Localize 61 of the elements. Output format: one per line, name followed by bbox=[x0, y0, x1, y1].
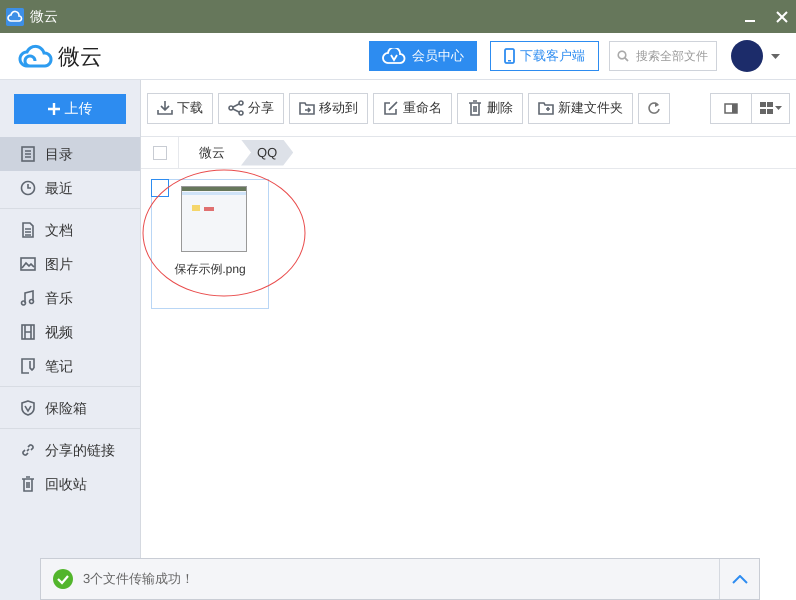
breadcrumb-item[interactable]: QQ bbox=[241, 140, 294, 166]
trash-icon bbox=[467, 100, 483, 116]
folder-plus-icon bbox=[538, 100, 554, 116]
clock-icon bbox=[20, 180, 36, 196]
grid-icon bbox=[760, 102, 772, 114]
toolbar-button[interactable]: 移动到 bbox=[289, 92, 368, 124]
sidebar-item[interactable]: 最近 bbox=[0, 171, 140, 205]
sidebar-item[interactable]: 保险箱 bbox=[0, 391, 140, 425]
window-title: 微云 bbox=[30, 7, 58, 26]
file-checkbox[interactable] bbox=[151, 179, 169, 197]
refresh-button[interactable] bbox=[638, 92, 670, 124]
shield-icon bbox=[20, 400, 36, 416]
chevron-up-icon bbox=[732, 574, 748, 584]
file-tile[interactable]: 保存示例.png bbox=[151, 179, 269, 309]
file-thumbnail bbox=[181, 186, 247, 252]
sidebar-item[interactable]: 目录 bbox=[0, 137, 140, 171]
sidebar-item[interactable]: 音乐 bbox=[0, 281, 140, 315]
trash-icon bbox=[20, 476, 36, 492]
avatar[interactable] bbox=[731, 40, 763, 72]
folder-arrow-icon bbox=[299, 100, 315, 116]
refresh-icon bbox=[647, 101, 661, 115]
caret-icon bbox=[774, 106, 782, 110]
download-icon bbox=[157, 100, 173, 116]
sidebar-item[interactable]: 文档 bbox=[0, 213, 140, 247]
select-all-checkbox[interactable] bbox=[152, 146, 166, 160]
plus-icon bbox=[48, 102, 60, 114]
sidebar-item[interactable]: 视频 bbox=[0, 315, 140, 349]
panel-icon bbox=[724, 102, 738, 114]
phone-icon bbox=[504, 48, 515, 64]
music-note-icon bbox=[20, 290, 36, 306]
vip-cloud-icon bbox=[382, 48, 406, 64]
detail-panel-button[interactable] bbox=[710, 92, 752, 124]
toolbar-button[interactable]: 重命名 bbox=[373, 92, 452, 124]
sidebar-item[interactable]: 笔记 bbox=[0, 349, 140, 383]
search-field[interactable]: 搜索全部文件 bbox=[609, 41, 717, 71]
share-icon bbox=[228, 100, 244, 116]
toolbar-button[interactable]: 分享 bbox=[218, 92, 284, 124]
close-icon[interactable] bbox=[776, 10, 788, 22]
cloud-logo-icon bbox=[18, 43, 54, 69]
search-icon bbox=[617, 50, 629, 62]
link-icon bbox=[20, 442, 36, 458]
toolbar-button[interactable]: 新建文件夹 bbox=[528, 92, 633, 124]
toolbar-button[interactable]: 删除 bbox=[457, 92, 523, 124]
note-icon bbox=[20, 358, 36, 374]
edit-icon bbox=[383, 100, 399, 116]
list-icon bbox=[20, 146, 36, 162]
sidebar-item[interactable]: 回收站 bbox=[0, 467, 140, 501]
caret-icon[interactable] bbox=[771, 54, 780, 58]
notification-text: 3个文件传输成功！ bbox=[83, 570, 194, 588]
sidebar-item[interactable]: 图片 bbox=[0, 247, 140, 281]
logo-text: 微云 bbox=[58, 42, 102, 70]
file-name: 保存示例.png bbox=[174, 261, 246, 278]
success-check-icon bbox=[53, 569, 73, 589]
cloud-logo-icon bbox=[6, 8, 24, 26]
film-icon bbox=[20, 324, 36, 340]
breadcrumb-item[interactable]: 微云 bbox=[187, 140, 241, 166]
view-mode-button[interactable] bbox=[751, 92, 790, 124]
image-icon bbox=[20, 256, 36, 272]
document-icon bbox=[20, 222, 36, 238]
toolbar-button[interactable]: 下载 bbox=[147, 92, 213, 124]
sidebar-item[interactable]: 分享的链接 bbox=[0, 433, 140, 467]
